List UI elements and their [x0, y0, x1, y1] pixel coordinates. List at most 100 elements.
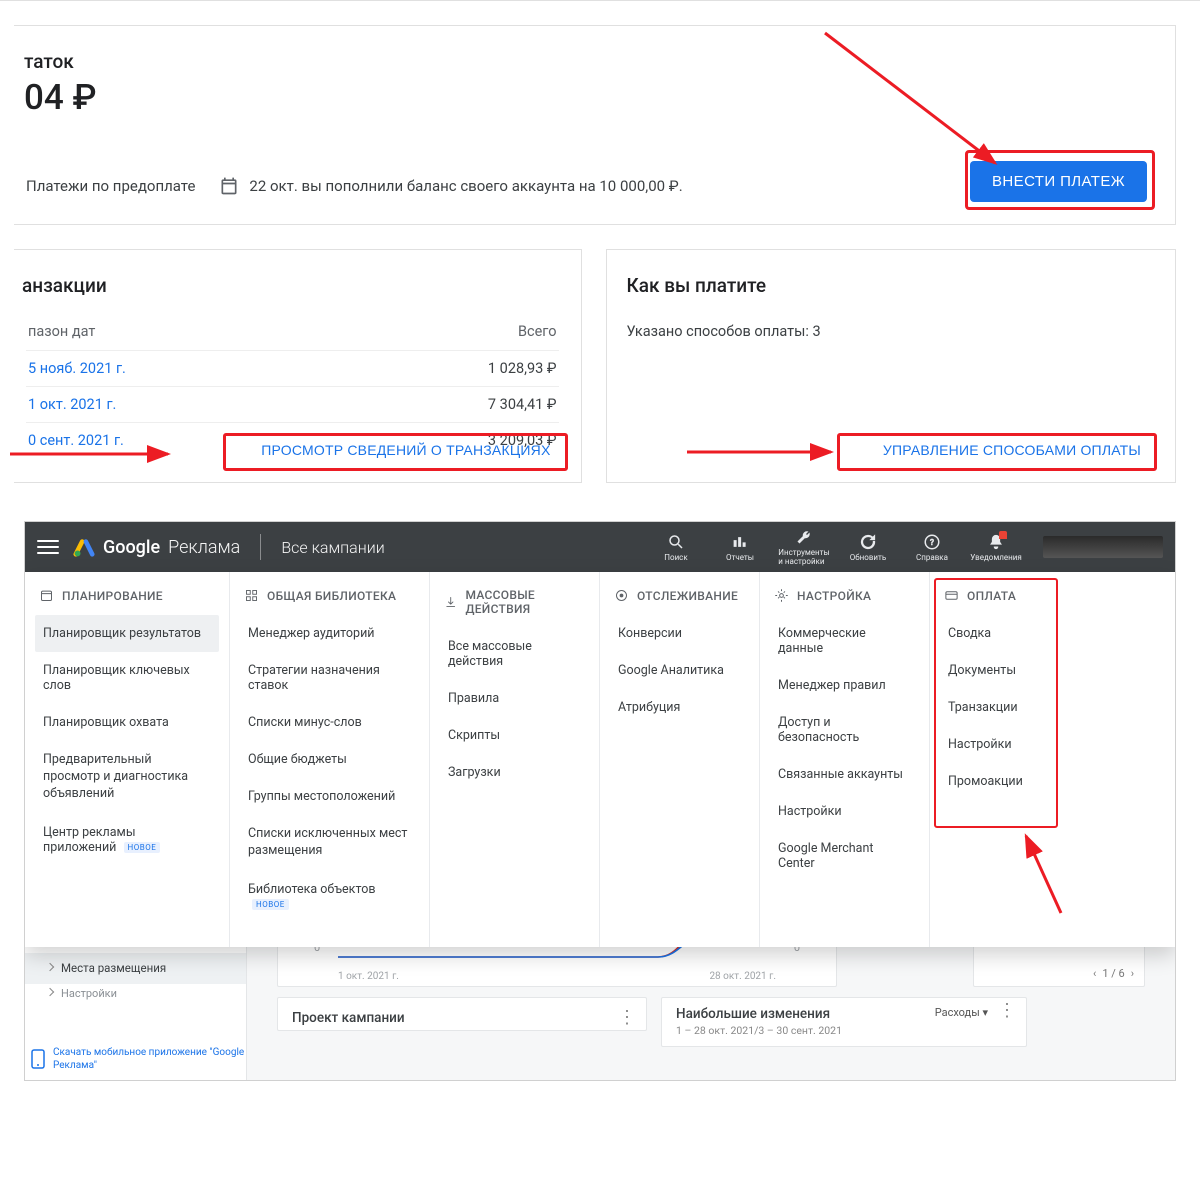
logo-text-ads: Реклама — [168, 537, 240, 558]
header-notifications[interactable]: Уведомления — [971, 533, 1021, 562]
mega-col-library: ОБЩАЯ БИБЛИОТЕКА Менеджер аудиторий Стра… — [230, 572, 430, 947]
header-refresh[interactable]: Обновить — [843, 533, 893, 562]
tx-date: 0 сент. 2021 г. — [28, 432, 124, 449]
bulk-icon — [444, 595, 457, 610]
chevron-right-icon[interactable]: › — [1131, 967, 1134, 980]
mega-item-reach-planner[interactable]: Планировщик охвата — [35, 704, 219, 741]
header-tools[interactable]: Инструменты и настройки — [779, 528, 829, 566]
table-row[interactable]: 1 окт. 2021 г. 7 304,41 ₽ — [26, 386, 559, 422]
view-tx-details-button[interactable]: ПРОСМОТР СВЕДЕНИЙ О ТРАНЗАКЦИЯХ — [249, 432, 562, 468]
make-payment-button[interactable]: ВНЕСТИ ПЛАТЕЖ — [970, 161, 1147, 202]
account-selector-redacted[interactable] — [1043, 536, 1163, 558]
download-app-label: Скачать мобильное приложение "Google Рек… — [53, 1046, 246, 1072]
google-ads-logo: Google Реклама — [73, 536, 240, 558]
mega-item-label: Центр рекламы приложений — [43, 825, 136, 855]
date-range-col: пазон дат — [28, 323, 95, 340]
mega-head-label: ПЛАНИРОВАНИЕ — [62, 589, 163, 603]
calendar-icon — [219, 176, 239, 196]
mega-item-merchant-center[interactable]: Google Merchant Center — [770, 830, 919, 882]
mega-item-location-groups[interactable]: Группы местоположений — [240, 778, 419, 815]
tx-date: 5 нояб. 2021 г. — [28, 360, 126, 377]
mega-item-rules[interactable]: Правила — [440, 680, 589, 717]
sidebar-item-settings[interactable]: Настройки — [25, 979, 246, 1008]
mega-item-app-ads-hub[interactable]: Центр рекламы приложений НОВОЕ — [35, 814, 219, 866]
mega-item-ad-preview[interactable]: Предварительный просмотр и диагностика о… — [35, 741, 219, 814]
transactions-title: анзакции — [22, 274, 559, 297]
card-icon — [944, 588, 959, 603]
mega-item-preferences[interactable]: Настройки — [770, 793, 919, 830]
mega-item-linked-accounts[interactable]: Связанные аккаунты — [770, 756, 919, 793]
mega-head-bulk: МАССОВЫЕ ДЕЙСТВИЯ — [444, 588, 589, 616]
tools-mega-menu: ПЛАНИРОВАНИЕ Планировщик результатов Пла… — [25, 572, 1175, 947]
mega-head-tracking: ОТСЛЕЖИВАНИЕ — [614, 588, 749, 603]
logo-text-google: Google — [103, 537, 160, 558]
mega-head-label: ОБЩАЯ БИБЛИОТЕКА — [267, 589, 396, 603]
mega-item-access[interactable]: Доступ и безопасность — [770, 704, 919, 756]
menu-icon[interactable] — [37, 540, 59, 554]
header-reports[interactable]: Отчеты — [715, 533, 765, 562]
tx-amount: 7 304,41 ₽ — [488, 396, 557, 413]
download-app-link[interactable]: Скачать мобильное приложение "Google Рек… — [31, 1046, 246, 1072]
cards-row: анзакции пазон дат Всего 5 нояб. 2021 г.… — [14, 249, 1176, 483]
biggest-changes-range: 1 – 28 окт. 2021/3 – 30 сент. 2021 — [676, 1024, 842, 1037]
mega-item-conversions[interactable]: Конверсии — [610, 615, 749, 652]
mega-item-attribution[interactable]: Атрибуция — [610, 689, 749, 726]
mega-item-uploads[interactable]: Загрузки — [440, 754, 589, 791]
mega-item-all-bulk[interactable]: Все массовые действия — [440, 628, 589, 680]
mega-item-keyword-planner[interactable]: Планировщик ключевых слов — [35, 652, 219, 704]
mega-item-bid-strategies[interactable]: Стратегии назначения ставок — [240, 652, 419, 704]
header-search[interactable]: Поиск — [651, 533, 701, 562]
last-payment-event: 22 окт. вы пополнили баланс своего аккау… — [249, 177, 682, 195]
header-divider — [260, 534, 261, 560]
annotation-arrow — [685, 432, 855, 472]
mega-item-billing-transactions[interactable]: Транзакции — [940, 689, 1055, 726]
mega-item-audience-manager[interactable]: Менеджер аудиторий — [240, 615, 419, 652]
google-ads-screenshot: Места размещения Настройки Скачать мобил… — [24, 521, 1176, 1081]
balance-summary-card: таток 04 ₽ Платежи по предоплате 22 окт.… — [14, 25, 1176, 225]
mega-item-negative-keywords[interactable]: Списки минус-слов — [240, 704, 419, 741]
manage-payment-methods-button[interactable]: УПРАВЛЕНИЕ СПОСОБАМИ ОПЛАТЫ — [871, 432, 1153, 468]
campaign-project-card: Проект кампании ⋮ — [277, 997, 647, 1031]
svg-text:?: ? — [930, 538, 934, 548]
table-row[interactable]: 5 нояб. 2021 г. 1 028,93 ₽ — [26, 350, 559, 386]
prepay-label: Платежи по предоплате — [26, 177, 195, 195]
header-refresh-label: Обновить — [850, 553, 886, 562]
mega-col-billing: ОПЛАТА Сводка Документы Транзакции Настр… — [930, 572, 1065, 947]
mega-item-billing-summary[interactable]: Сводка — [940, 615, 1055, 652]
more-icon[interactable]: ⋮ — [618, 1013, 636, 1024]
balance-label: таток — [24, 50, 1145, 73]
mega-item-analytics[interactable]: Google Аналитика — [610, 652, 749, 689]
how-you-pay-title: Как вы платите — [627, 274, 1152, 297]
header-help[interactable]: ? Справка — [907, 533, 957, 562]
library-icon — [244, 588, 259, 603]
mega-item-policy-manager[interactable]: Менеджер правил — [770, 667, 919, 704]
tx-date: 1 окт. 2021 г. — [28, 396, 116, 413]
mega-head-label: ОТСЛЕЖИВАНИЕ — [637, 589, 738, 603]
new-badge: НОВОЕ — [124, 842, 161, 853]
mega-head-library: ОБЩАЯ БИБЛИОТЕКА — [244, 588, 419, 603]
more-icon[interactable]: ⋮ — [998, 1006, 1016, 1017]
mega-item-billing-promotions[interactable]: Промоакции — [940, 763, 1055, 800]
mega-item-billing-settings[interactable]: Настройки — [940, 726, 1055, 763]
mega-item-scripts[interactable]: Скрипты — [440, 717, 589, 754]
mega-item-billing-documents[interactable]: Документы — [940, 652, 1055, 689]
mega-item-label: Библиотека объектов — [248, 882, 375, 897]
chart-x-end: 28 окт. 2021 г. — [709, 971, 776, 982]
mega-head-label: ОПЛАТА — [967, 589, 1016, 603]
mega-item-business-data[interactable]: Коммерческие данные — [770, 615, 919, 667]
mega-item-performance-planner[interactable]: Планировщик результатов — [35, 615, 219, 652]
tx-amount: 1 028,93 ₽ — [488, 360, 557, 377]
recommendations-pager: ‹ 1 / 6 › — [1093, 967, 1134, 980]
mega-item-asset-library[interactable]: Библиотека объектов НОВОЕ — [240, 871, 419, 923]
annotation-arrow — [966, 828, 1066, 918]
header-tools-label: Инструменты и настройки — [778, 548, 829, 566]
mega-item-placement-exclusions[interactable]: Списки исключенных мест размещения — [240, 815, 419, 871]
google-ads-header: Google Реклама Все кампании Поиск Отчеты… — [25, 522, 1175, 572]
header-notifications-label: Уведомления — [970, 553, 1022, 562]
chevron-left-icon[interactable]: ‹ — [1093, 967, 1096, 980]
total-col: Всего — [518, 323, 557, 340]
mega-item-shared-budgets[interactable]: Общие бюджеты — [240, 741, 419, 778]
expenses-dropdown[interactable]: Расходы ▾ — [935, 1006, 988, 1019]
mega-head-billing: ОПЛАТА — [944, 588, 1055, 603]
new-badge: НОВОЕ — [252, 899, 289, 910]
